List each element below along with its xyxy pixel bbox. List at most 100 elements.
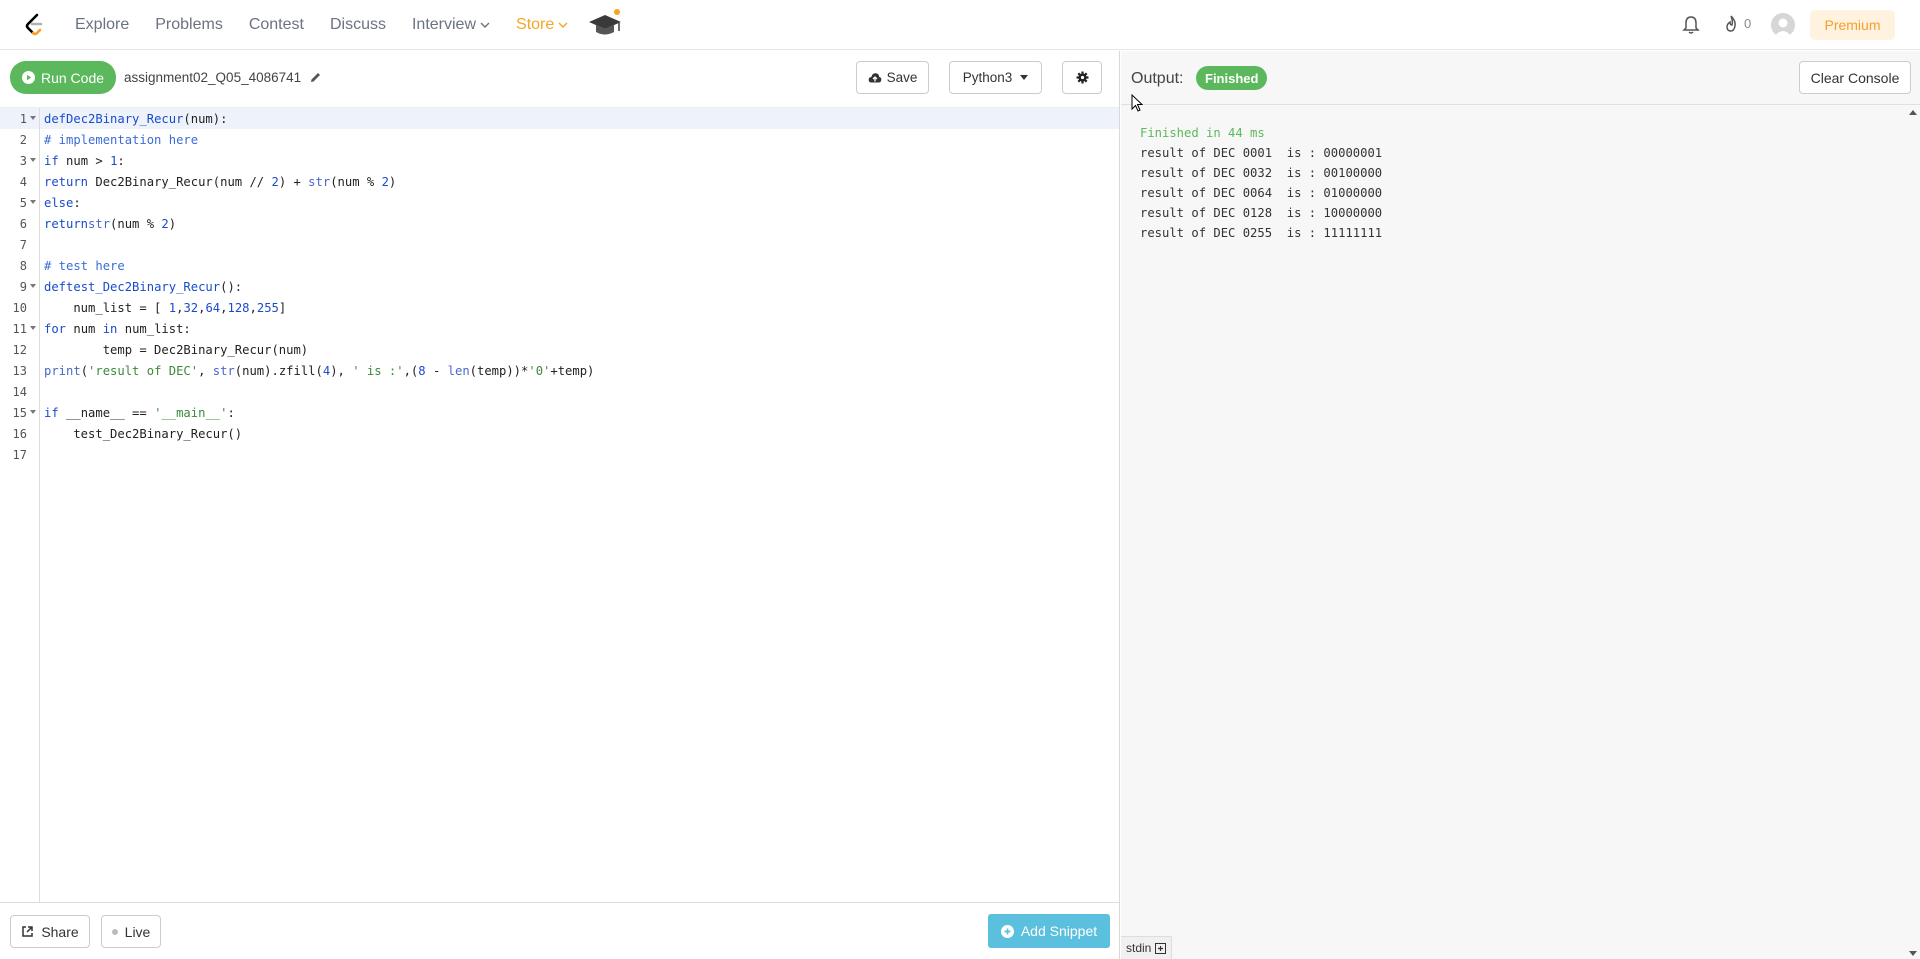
console-line: result of DEC 0128 is : 10000000 bbox=[1140, 206, 1383, 220]
nav-interview-label: Interview bbox=[411, 16, 477, 33]
code-line[interactable]: def test_Dec2Binary_Recur (): bbox=[40, 276, 1119, 297]
share-button[interactable]: Share bbox=[10, 915, 90, 948]
graduation-cap-icon[interactable] bbox=[586, 6, 624, 40]
line-number: 2 bbox=[19, 132, 27, 147]
line-number: 17 bbox=[12, 447, 27, 462]
code-line[interactable]: # test here bbox=[40, 255, 1119, 276]
editor-toolbar: Run Code assignment02_Q05_4086741 Save P… bbox=[0, 51, 1120, 105]
nav-store-label: Store bbox=[516, 16, 555, 33]
line-number: 14 bbox=[12, 384, 27, 399]
premium-button[interactable]: Premium bbox=[1810, 10, 1895, 40]
fold-arrow-icon[interactable] bbox=[30, 158, 36, 162]
editor-footer: Share Live Add Snippet bbox=[0, 902, 1119, 959]
line-number: 13 bbox=[12, 363, 27, 378]
pencil-icon[interactable] bbox=[309, 71, 322, 84]
nav-contest[interactable]: Contest bbox=[249, 16, 304, 34]
line-number: 9 bbox=[0, 276, 39, 297]
code-line[interactable] bbox=[40, 381, 1119, 402]
stdin-tab[interactable]: stdin bbox=[1121, 936, 1173, 959]
streak-count: 0 bbox=[1744, 16, 1752, 31]
code-line[interactable]: for num in num_list: bbox=[40, 318, 1119, 339]
live-button[interactable]: Live bbox=[101, 915, 161, 948]
console-line: result of DEC 0032 is : 00100000 bbox=[1140, 166, 1383, 180]
line-number: 1 bbox=[0, 108, 39, 129]
code-line[interactable]: num_list = [ 1, 32, 64, 128, 255] bbox=[40, 297, 1119, 318]
run-code-label: Run Code bbox=[40, 69, 105, 86]
code-line[interactable] bbox=[40, 234, 1119, 255]
code-editor[interactable]: 1 2 3 4 5 6 7 8 9 10 11 12 13 14 15 16 17 def Dec2Binary… bbox=[0, 107, 1119, 903]
nav-discuss[interactable]: Discuss bbox=[330, 16, 386, 34]
console-line: result of DEC 0064 is : 01000000 bbox=[1140, 186, 1383, 200]
code-line[interactable]: return str (num % 2) bbox=[40, 213, 1119, 234]
line-number: 7 bbox=[19, 237, 27, 252]
code-line[interactable]: return Dec2Binary_Recur(num // 2) + str(… bbox=[40, 171, 1119, 192]
console-line: result of DEC 0255 is : 11111111 bbox=[1140, 226, 1383, 240]
caret-down-icon bbox=[1020, 75, 1029, 80]
code-lines[interactable]: def Dec2Binary_Recur (num): # implementat… bbox=[40, 108, 1119, 465]
filename-text: assignment02_Q05_4086741 bbox=[124, 70, 302, 85]
chevron-down-icon bbox=[558, 22, 568, 28]
output-header: Output: Finished Clear Console bbox=[1121, 51, 1920, 112]
live-label: Live bbox=[124, 923, 151, 940]
code-line[interactable]: temp = Dec2Binary_Recur(num) bbox=[40, 339, 1119, 360]
nav-problems[interactable]: Problems bbox=[155, 16, 223, 34]
fold-arrow-icon[interactable] bbox=[30, 326, 36, 330]
output-label: Output: bbox=[1131, 70, 1184, 87]
stdin-label: stdin bbox=[1126, 941, 1152, 955]
bell-icon[interactable] bbox=[1682, 15, 1700, 35]
avatar[interactable] bbox=[1771, 13, 1795, 37]
save-button[interactable]: Save bbox=[856, 61, 929, 94]
console-line: result of DEC 0001 is : 00000001 bbox=[1140, 146, 1383, 160]
live-dot-icon bbox=[111, 928, 118, 935]
cloud-upload-icon bbox=[868, 72, 881, 82]
line-number: 4 bbox=[19, 174, 27, 189]
chevron-down-icon bbox=[480, 22, 490, 28]
add-snippet-label: Add Snippet bbox=[1020, 923, 1098, 939]
fold-arrow-icon[interactable] bbox=[30, 116, 36, 120]
share-label: Share bbox=[41, 923, 79, 940]
add-snippet-button[interactable]: Add Snippet bbox=[988, 914, 1110, 948]
settings-button[interactable] bbox=[1062, 61, 1102, 94]
line-number: 6 bbox=[19, 216, 27, 231]
code-line[interactable]: if __name__ == '__main__': bbox=[40, 402, 1119, 423]
line-number: 3 bbox=[0, 150, 39, 171]
code-line[interactable]: else: bbox=[40, 192, 1119, 213]
line-number-gutter: 1 2 3 4 5 6 7 8 9 10 11 12 13 14 15 16 17 bbox=[0, 108, 40, 903]
scroll-up-arrow-icon[interactable] bbox=[1909, 110, 1917, 115]
nav-store[interactable]: Store bbox=[516, 16, 568, 34]
code-line[interactable]: test_Dec2Binary_Recur() bbox=[40, 423, 1119, 444]
line-number: 10 bbox=[12, 300, 27, 315]
leetcode-logo-icon[interactable] bbox=[20, 11, 48, 39]
run-code-button[interactable]: Run Code bbox=[10, 61, 116, 94]
plus-circle-icon bbox=[1000, 924, 1014, 938]
expand-icon bbox=[1155, 942, 1167, 954]
play-circle-icon bbox=[21, 71, 35, 84]
user-avatar-icon bbox=[1774, 18, 1792, 37]
line-number: 8 bbox=[19, 258, 27, 273]
fold-arrow-icon[interactable] bbox=[30, 410, 36, 414]
nav-interview[interactable]: Interview bbox=[412, 16, 490, 34]
nav-explore[interactable]: Explore bbox=[75, 16, 129, 34]
fold-arrow-icon[interactable] bbox=[30, 200, 36, 204]
clear-console-button[interactable]: Clear Console bbox=[1799, 61, 1911, 94]
line-number: 15 bbox=[0, 402, 39, 423]
language-select[interactable]: Python3 bbox=[949, 61, 1042, 94]
scroll-down-arrow-icon[interactable] bbox=[1909, 951, 1917, 956]
share-icon bbox=[22, 926, 34, 937]
save-label: Save bbox=[886, 70, 918, 85]
status-badge: Finished bbox=[1196, 66, 1268, 90]
code-line[interactable]: print('result of DEC', str (num).zfill(4)… bbox=[40, 360, 1119, 381]
fire-icon[interactable] bbox=[1722, 14, 1740, 34]
fold-arrow-icon[interactable] bbox=[30, 284, 36, 288]
code-line[interactable]: # implementation here bbox=[40, 129, 1119, 150]
code-line[interactable]: if num > 1: bbox=[40, 150, 1119, 171]
console-output: Finished in 44 ms result of DEC 0001 is … bbox=[1121, 109, 1911, 941]
line-number: 16 bbox=[12, 426, 27, 441]
code-line[interactable]: def Dec2Binary_Recur (num): bbox=[40, 108, 1119, 129]
nav-links: Explore Problems Contest Discuss Intervi… bbox=[75, 0, 594, 50]
playground-title[interactable]: assignment02_Q05_4086741 bbox=[124, 70, 322, 85]
line-number: 5 bbox=[0, 192, 39, 213]
editor-pane: Run Code assignment02_Q05_4086741 Save P… bbox=[0, 51, 1120, 959]
code-line[interactable] bbox=[40, 444, 1119, 465]
line-number: 12 bbox=[12, 342, 27, 357]
